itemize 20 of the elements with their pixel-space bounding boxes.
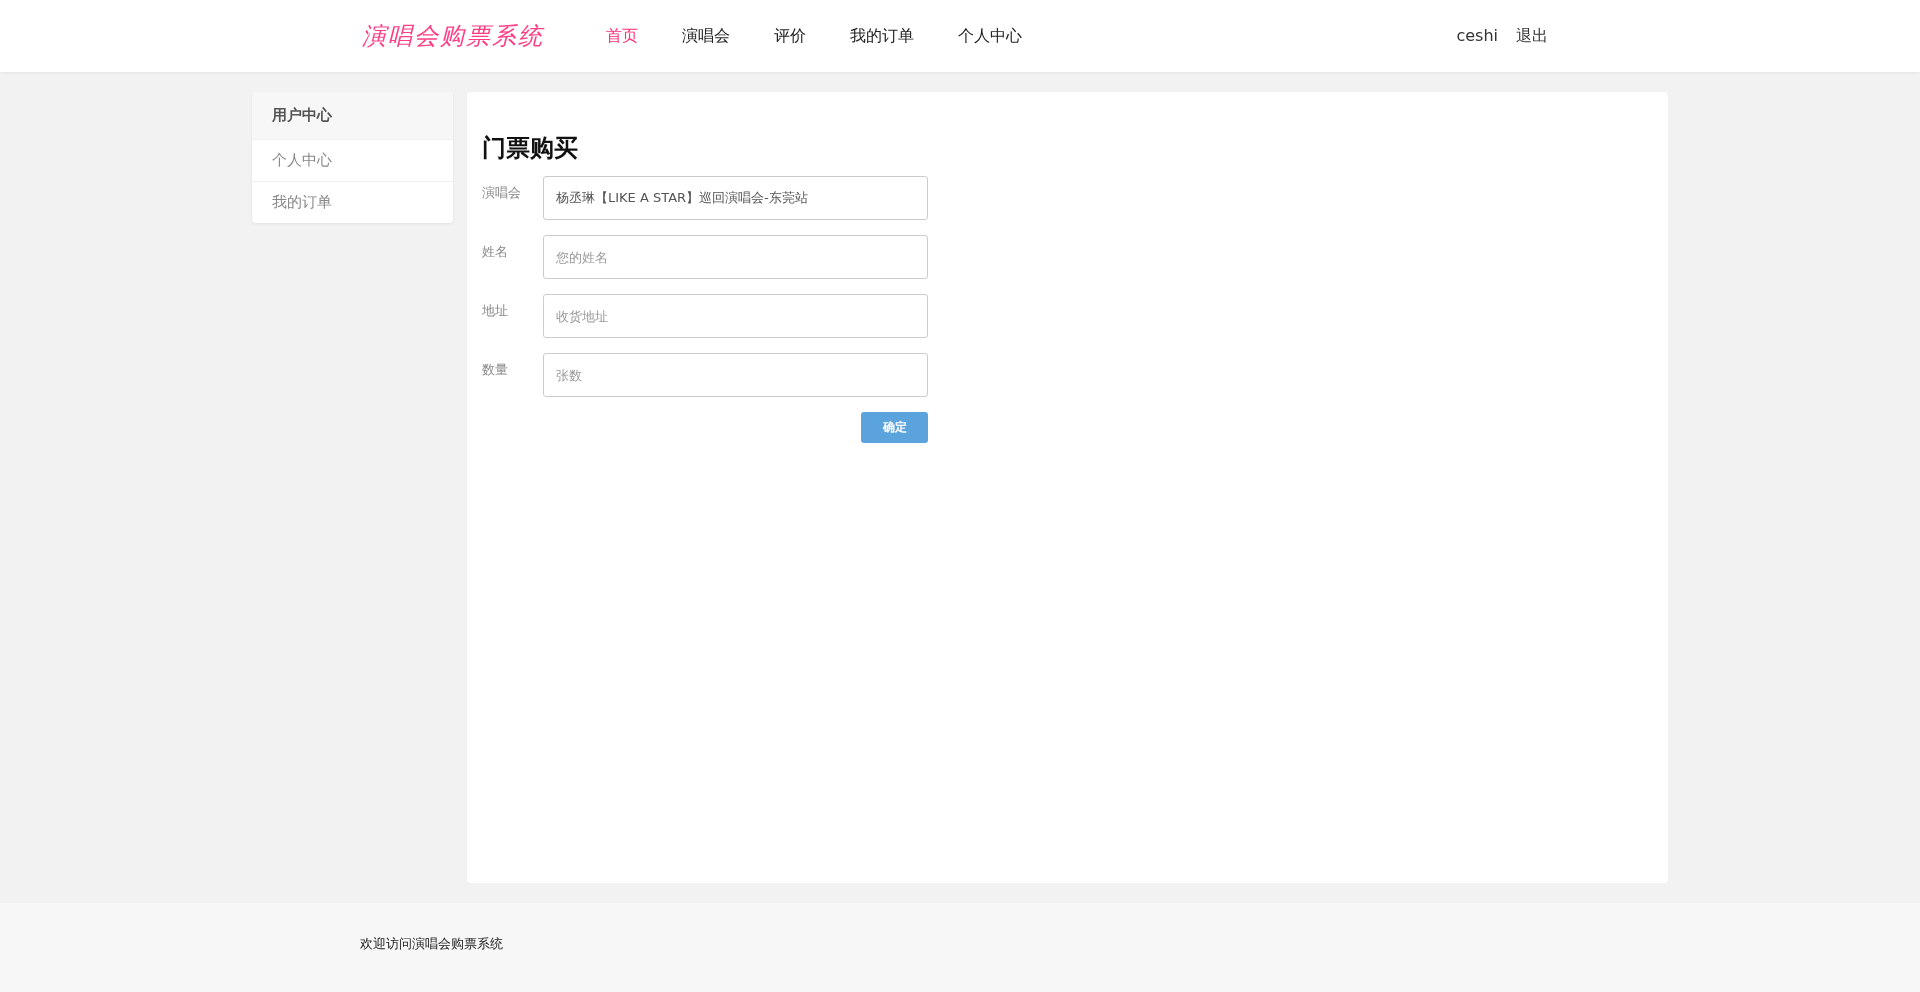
form-title: 门票购买 [482, 133, 579, 164]
field-label: 数量 [482, 361, 509, 379]
nav-link[interactable]: 评价 [774, 25, 806, 47]
nav-link[interactable]: 我的订单 [850, 25, 914, 47]
sidebar-item[interactable]: 我的订单 [252, 181, 453, 223]
input-field[interactable]: 杨丞琳【LIKE A STAR】巡回演唱会-东莞站 [543, 176, 928, 220]
input-field[interactable]: 张数 [543, 353, 928, 397]
footer-text: 欢迎访问演唱会购票系统 [360, 935, 504, 953]
nav-link[interactable]: 首页 [606, 25, 638, 47]
field-label: 地址 [482, 302, 509, 320]
nav-link[interactable]: 演唱会 [682, 25, 730, 47]
username-link[interactable]: ceshi [1456, 25, 1498, 47]
field-label: 姓名 [482, 243, 509, 261]
sidebar-title: 用户中心 [252, 92, 453, 139]
field-label: 演唱会 [482, 184, 522, 202]
input-field[interactable]: 收货地址 [543, 294, 928, 338]
input-field[interactable]: 您的姓名 [543, 235, 928, 279]
sidebar-item[interactable]: 个人中心 [252, 139, 453, 181]
logout-link[interactable]: 退出 [1516, 25, 1548, 47]
nav-link[interactable]: 个人中心 [958, 25, 1022, 47]
